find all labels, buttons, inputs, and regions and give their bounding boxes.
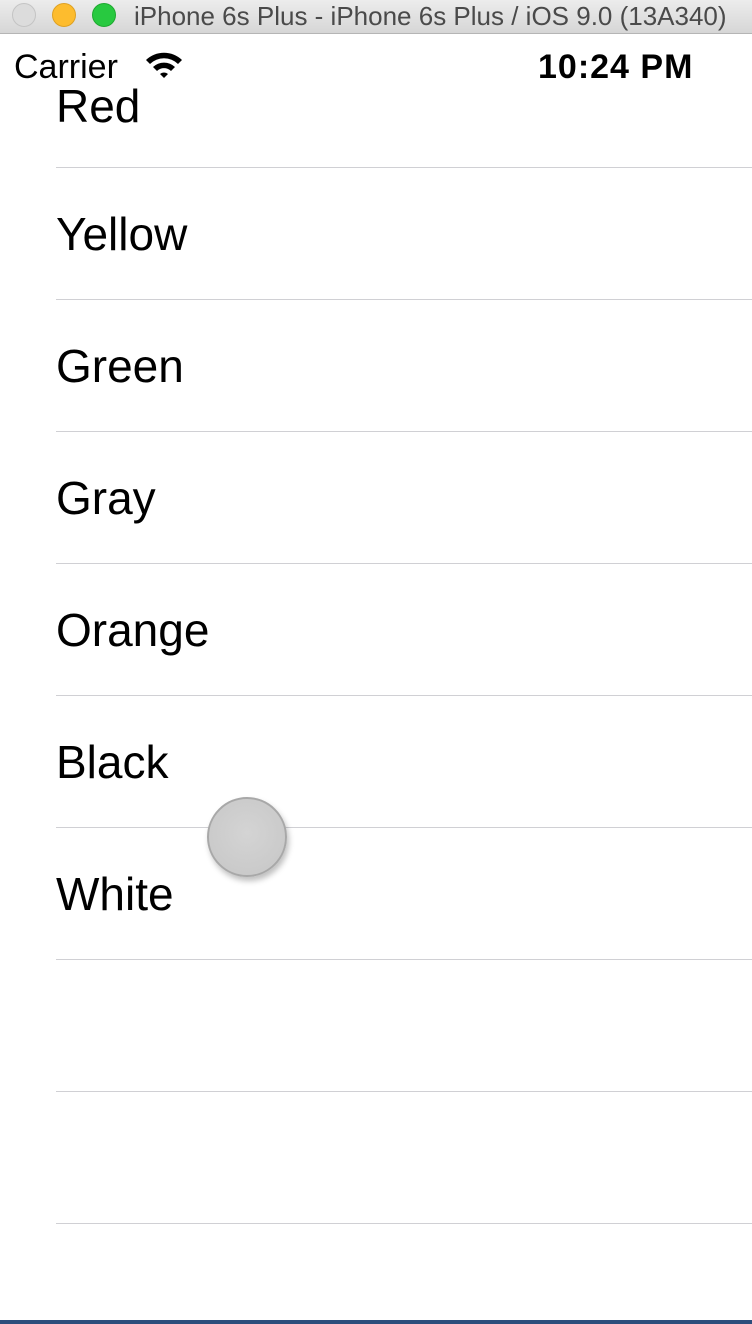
table-row[interactable]: Black	[0, 696, 752, 828]
table-row-empty[interactable]	[0, 1092, 752, 1224]
touch-indicator	[207, 797, 287, 877]
row-label: Orange	[56, 604, 210, 656]
simulator-title-bar: iPhone 6s Plus - iPhone 6s Plus / iOS 9.…	[0, 0, 752, 34]
table-row[interactable]: Gray	[0, 432, 752, 564]
carrier-label: Carrier	[14, 48, 118, 86]
table-row[interactable]: Green	[0, 300, 752, 432]
status-time: 10:24 PM	[538, 48, 694, 86]
wifi-icon	[146, 52, 182, 78]
window-title: iPhone 6s Plus - iPhone 6s Plus / iOS 9.…	[134, 1, 727, 31]
window-bottom-edge	[0, 1320, 752, 1324]
table-row[interactable]: Orange	[0, 564, 752, 696]
close-window-button[interactable]	[12, 3, 36, 27]
row-label: Black	[56, 736, 169, 788]
minimize-window-button[interactable]	[52, 3, 76, 27]
zoom-window-button[interactable]	[92, 3, 116, 27]
ios-status-bar: Carrier 10:24 PM	[0, 34, 752, 94]
row-separator	[56, 1223, 752, 1224]
table-row[interactable]: Yellow	[0, 168, 752, 300]
table-row-empty[interactable]	[0, 960, 752, 1092]
table-row[interactable]: White	[0, 828, 752, 960]
row-label: Green	[56, 340, 184, 392]
row-label: Yellow	[56, 208, 188, 260]
color-table-view[interactable]: Red Yellow Green Gray Orange Black White	[0, 36, 752, 1320]
row-label: White	[56, 868, 174, 920]
row-label: Gray	[56, 472, 156, 524]
